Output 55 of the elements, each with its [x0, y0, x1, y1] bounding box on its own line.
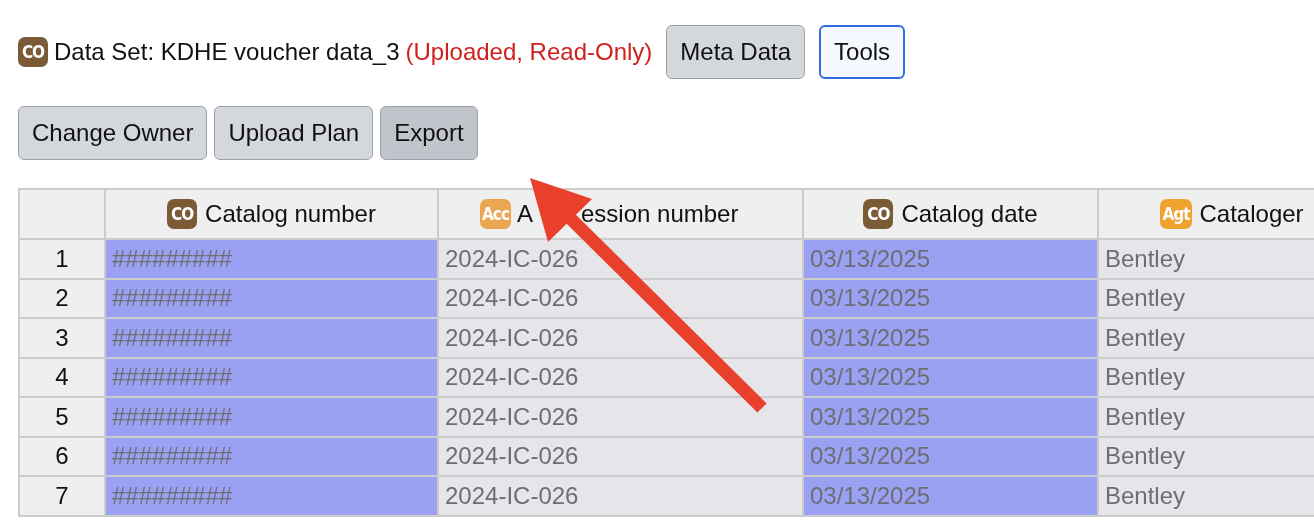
- table-cell[interactable]: 03/13/2025: [804, 358, 1099, 398]
- table-cell[interactable]: #########: [106, 319, 439, 359]
- toolbar-button[interactable]: Export: [380, 106, 478, 160]
- column-header[interactable]: CO Catalog number: [106, 190, 439, 240]
- table-cell[interactable]: 2024-IC-026: [439, 358, 804, 398]
- toolbar-button[interactable]: Upload Plan: [214, 106, 374, 160]
- table-cell[interactable]: Bentley: [1099, 240, 1314, 280]
- toolbar-button[interactable]: Change Owner: [18, 106, 208, 160]
- table-cell[interactable]: #########: [106, 398, 439, 438]
- table-cell[interactable]: #########: [106, 240, 439, 280]
- table-cell[interactable]: 03/13/2025: [804, 240, 1099, 280]
- row-number: 3: [20, 319, 106, 359]
- table-cell[interactable]: Bentley: [1099, 279, 1314, 319]
- row-number: 5: [20, 398, 106, 438]
- header-button[interactable]: Tools: [819, 25, 906, 79]
- header-button[interactable]: Meta Data: [666, 25, 806, 79]
- collection-badge: CO: [18, 37, 48, 67]
- table-cell[interactable]: 2024-IC-026: [439, 477, 804, 517]
- dataset-title: Data Set: KDHE voucher data_3: [54, 38, 400, 66]
- column-label: Cataloger: [1199, 200, 1304, 228]
- table-cell[interactable]: #########: [106, 477, 439, 517]
- table-cell[interactable]: 2024-IC-026: [439, 279, 804, 319]
- table-cell[interactable]: 03/13/2025: [804, 437, 1099, 477]
- row-number: 6: [20, 437, 106, 477]
- column-header[interactable]: Agt Cataloger: [1099, 190, 1314, 240]
- table-cell[interactable]: #########: [106, 279, 439, 319]
- table-cell[interactable]: 2024-IC-026: [439, 240, 804, 280]
- table-cell[interactable]: 03/13/2025: [804, 279, 1099, 319]
- table-cell[interactable]: Bentley: [1099, 358, 1314, 398]
- table-cell[interactable]: 2024-IC-026: [439, 398, 804, 438]
- table-cell[interactable]: 03/13/2025: [804, 319, 1099, 359]
- table-badge: Agt: [1160, 199, 1192, 229]
- row-number: 7: [20, 477, 106, 517]
- column-label: Catalog date: [901, 200, 1038, 228]
- column-header[interactable]: CO Catalog date: [804, 190, 1099, 240]
- table-cell[interactable]: Bentley: [1099, 319, 1314, 359]
- row-number: 1: [20, 240, 106, 280]
- table-cell[interactable]: 03/13/2025: [804, 398, 1099, 438]
- table-cell[interactable]: 03/13/2025: [804, 477, 1099, 517]
- row-number: 4: [20, 358, 106, 398]
- column-label-fragment: ession number: [581, 200, 739, 227]
- table-cell[interactable]: 2024-IC-026: [439, 437, 804, 477]
- dataset-status: (Uploaded, Read-Only): [405, 38, 653, 66]
- table-cell[interactable]: 2024-IC-026: [439, 319, 804, 359]
- table-cell[interactable]: Bentley: [1099, 398, 1314, 438]
- table-badge: CO: [863, 199, 894, 229]
- table-cell[interactable]: Bentley: [1099, 477, 1314, 517]
- table-cell[interactable]: Bentley: [1099, 437, 1314, 477]
- column-label: Catalog number: [205, 200, 376, 228]
- table-cell[interactable]: #########: [106, 437, 439, 477]
- table-badge: Acc: [480, 199, 511, 229]
- table-badge: CO: [167, 199, 198, 229]
- column-label-fragment: A: [516, 200, 533, 227]
- row-number: 2: [20, 279, 106, 319]
- table-cell[interactable]: #########: [106, 358, 439, 398]
